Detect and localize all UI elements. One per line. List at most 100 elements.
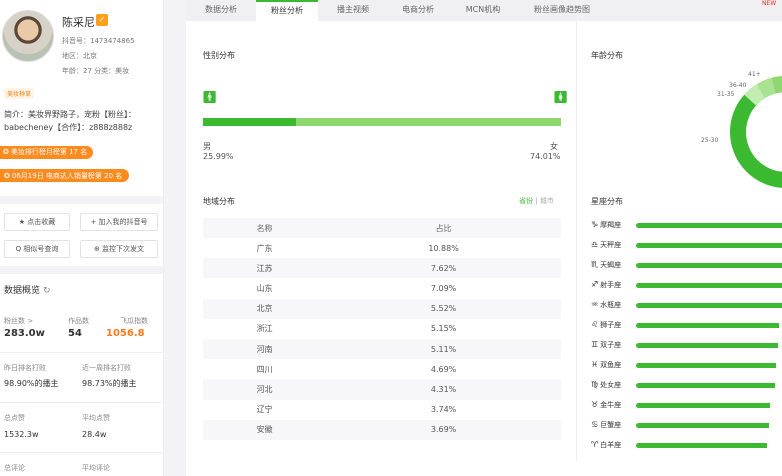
fans-label[interactable]: 粉丝数 > — [4, 316, 33, 326]
region-share-cell: 7.09% — [430, 283, 457, 293]
female-pct: 74.01% — [530, 152, 561, 161]
zodiac-name: 双鱼座 — [600, 361, 622, 369]
tab-ecommerce[interactable]: 电商分析 — [388, 0, 448, 21]
tab-fans-trend[interactable]: 粉丝画像趋势图 — [518, 0, 606, 21]
col-share-header: 占比 — [326, 218, 561, 238]
zodiac-label: ♍ 处女座 — [591, 380, 621, 390]
age-title: 年龄分布 — [591, 51, 623, 60]
section-divider — [0, 196, 163, 204]
zodiac-name: 天蝎座 — [600, 261, 622, 269]
zodiac-sign-icon: ♑ — [591, 220, 599, 229]
toggle-province[interactable]: 省份 — [519, 197, 533, 205]
similar-search-button[interactable]: Q 相似号查询 — [4, 240, 70, 258]
total-comments-label: 总评论 — [4, 464, 25, 472]
profile-name: 陈采尼 — [62, 16, 95, 29]
zodiac-label: ♈ 白羊座 — [591, 440, 621, 450]
zodiac-name: 巨蟹座 — [600, 421, 622, 429]
monitor-button[interactable]: ⊕ 监控下次发文 — [80, 240, 158, 258]
total-likes-value: 1532.3w — [4, 430, 39, 439]
toggle-city[interactable]: 城市 — [540, 197, 554, 205]
table-row: 河北 4.31% — [203, 379, 561, 400]
zodiac-name: 双子座 — [600, 341, 622, 349]
female-label: 女 — [550, 142, 558, 151]
zodiac-name: 水瓶座 — [600, 301, 622, 309]
zodiac-label: ♌ 狮子座 — [591, 320, 621, 330]
region-name-cell: 山东 — [256, 283, 273, 293]
region-name-cell: 辽宁 — [256, 405, 273, 415]
collect-button[interactable]: ★ 点击收藏 — [4, 213, 70, 231]
zodiac-name: 狮子座 — [600, 321, 622, 329]
tab-bar: 数据分析 粉丝分析 播主视频 电商分析 MCN机构 粉丝画像趋势图 NEW — [186, 0, 782, 21]
divider-line — [0, 452, 163, 453]
zodiac-bar — [636, 283, 782, 288]
region-name-cell: 安徽 — [203, 419, 327, 440]
verified-badge-icon: ✓ — [96, 14, 108, 26]
profile-region: 地区：北京 — [62, 52, 97, 60]
zodiac-sign-icon: ♒ — [591, 300, 599, 309]
zodiac-row: ♉ 金牛座 — [591, 400, 782, 412]
region-toggle: 省份 | 城市 — [519, 197, 554, 205]
zodiac-row: ♎ 天秤座 — [591, 240, 782, 252]
zodiac-sign-icon: ♎ — [591, 240, 599, 249]
avg-comments-label: 平均评论 — [82, 464, 110, 472]
col-name-header: 名称 — [203, 218, 327, 238]
table-row: 河南 5.11% — [203, 338, 561, 360]
table-row: 江苏 7.62% — [203, 258, 561, 279]
age-label-25-30: 25-30 — [701, 137, 719, 144]
female-icon: 🚺︎ — [553, 90, 569, 104]
zodiac-label: ♏ 天蝎座 — [591, 260, 621, 270]
zodiac-name: 处女座 — [600, 381, 622, 389]
zodiac-sign-icon: ♓ — [591, 360, 599, 369]
zodiac-row: ♈ 白羊座 — [591, 440, 782, 452]
tab-fans-analysis[interactable]: 粉丝分析 — [256, 0, 318, 21]
zodiac-label: ♉ 金牛座 — [591, 400, 621, 410]
region-title: 地域分布 — [203, 197, 235, 206]
divider-line — [0, 402, 163, 403]
table-row: 广东 10.88% — [203, 238, 561, 258]
region-share-cell: 10.88% — [428, 243, 459, 253]
tab-creator-videos[interactable]: 播主视频 — [318, 0, 388, 21]
gender-male-fill — [203, 118, 297, 126]
region-share-cell: 5.52% — [326, 298, 561, 319]
avg-likes-value: 28.4w — [82, 430, 107, 439]
zodiac-sign-icon: ♋ — [591, 420, 599, 429]
male-pct: 25.99% — [203, 152, 234, 161]
new-badge: NEW — [762, 0, 777, 7]
zodiac-bar — [636, 243, 782, 248]
region-name-cell: 四川 — [256, 364, 273, 374]
zodiac-sign-icon: ♊ — [591, 340, 599, 349]
male-label: 男 — [203, 142, 211, 151]
region-name-cell: 河南 — [203, 338, 327, 360]
table-row: 山东 7.09% — [203, 278, 561, 298]
profile-bio: 简介：美妆界野路子，宠粉【粉丝】：babecheney【合作】：z888z888… — [4, 110, 136, 132]
zodiac-sign-icon: ♌ — [591, 320, 599, 329]
avatar[interactable] — [2, 10, 54, 62]
zodiac-row: ♍ 处女座 — [591, 380, 782, 392]
add-douyin-button[interactable]: + 加入我的抖音号 — [80, 213, 158, 231]
table-row: 四川 4.69% — [203, 359, 561, 379]
zodiac-row: ♊ 双子座 — [591, 340, 782, 352]
zodiac-bar — [636, 263, 782, 268]
age-label-31-35: 31-35 — [717, 91, 735, 98]
zodiac-row: ♓ 双鱼座 — [591, 360, 782, 372]
zodiac-row: ♋ 巨蟹座 — [591, 420, 782, 432]
zodiac-sign-icon: ♈ — [591, 440, 599, 449]
rank-badge-monthly[interactable]: 美妆排行榜月榜第 17 名 — [0, 146, 94, 159]
tab-data-analysis[interactable]: 数据分析 — [186, 0, 256, 21]
zodiac-sign-icon: ♐ — [591, 280, 599, 289]
table-row: 浙江 5.15% — [203, 319, 561, 339]
tab-mcn[interactable]: MCN机构 — [448, 0, 518, 21]
zodiac-name: 金牛座 — [600, 401, 622, 409]
zodiac-bar — [636, 443, 767, 448]
region-name-cell: 江苏 — [203, 258, 327, 279]
region-share-cell: 5.11% — [326, 338, 561, 360]
refresh-icon[interactable]: ↻ — [43, 286, 51, 296]
divider-line — [0, 352, 163, 353]
rank-badge-ecommerce[interactable]: 06月19日 电商达人销量榜第 20 名 — [0, 169, 130, 182]
table-row: 辽宁 3.74% — [203, 400, 561, 420]
gender-title: 性别分布 — [203, 51, 235, 60]
zodiac-name: 天秤座 — [600, 241, 622, 249]
region-name-cell: 广东 — [256, 243, 273, 253]
zodiac-label: ♊ 双子座 — [591, 340, 621, 350]
profile-age-category: 年龄：27 分类：美妆 — [62, 67, 130, 75]
